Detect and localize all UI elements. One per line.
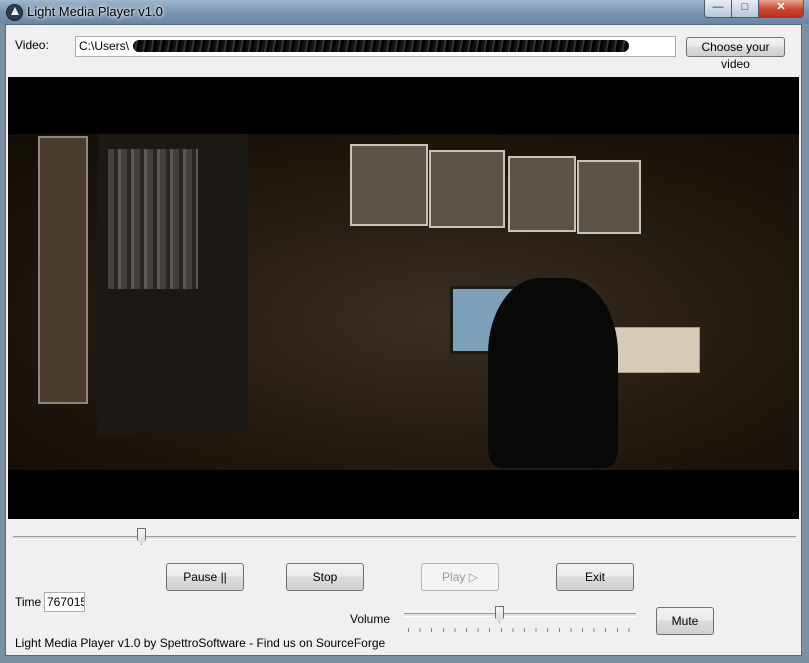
minimize-button[interactable]: — xyxy=(704,0,732,18)
time-value-field[interactable]: 767015 xyxy=(44,592,85,612)
seek-track xyxy=(13,536,796,540)
seek-thumb[interactable] xyxy=(137,528,146,545)
video-path-field[interactable]: C:\Users\ xyxy=(75,36,676,57)
volume-slider[interactable] xyxy=(404,605,636,633)
choose-video-button[interactable]: Choose your video xyxy=(686,37,785,71)
main-window-client: Video: C:\Users\ Choose your video Pause… xyxy=(5,24,802,656)
video-person xyxy=(488,278,618,468)
app-play-icon[interactable] xyxy=(6,4,23,21)
mute-button[interactable]: Mute xyxy=(656,607,714,635)
video-cabinet-2 xyxy=(429,150,505,228)
video-label: Video: xyxy=(15,38,49,52)
window-title: Light Media Player v1.0 xyxy=(27,4,163,19)
play-button[interactable]: Play ▷ xyxy=(421,563,499,591)
title-bar[interactable]: Light Media Player v1.0 — □ ✕ xyxy=(0,0,809,24)
video-cabinet-3 xyxy=(508,156,576,232)
maximize-button[interactable]: □ xyxy=(731,0,759,18)
stop-button[interactable]: Stop xyxy=(286,563,364,591)
redaction-scribble xyxy=(133,40,629,52)
seek-slider[interactable] xyxy=(13,528,796,548)
video-clothes xyxy=(108,149,198,289)
video-cabinet-1 xyxy=(350,144,428,226)
video-cabinet-4 xyxy=(577,160,641,234)
close-button[interactable]: ✕ xyxy=(758,0,804,18)
video-frame xyxy=(8,134,799,470)
video-mirror xyxy=(38,136,88,404)
video-path-value: C:\Users\ xyxy=(79,39,130,53)
time-label: Time xyxy=(15,595,42,609)
footer-credit: Light Media Player v1.0 by SpettroSoftwa… xyxy=(15,636,386,650)
video-display[interactable] xyxy=(8,77,799,519)
pause-button[interactable]: Pause || xyxy=(166,563,244,591)
volume-track xyxy=(404,613,636,617)
volume-ticks xyxy=(408,628,634,632)
exit-button[interactable]: Exit xyxy=(556,563,634,591)
volume-thumb[interactable] xyxy=(495,606,504,623)
volume-label: Volume xyxy=(350,612,391,626)
